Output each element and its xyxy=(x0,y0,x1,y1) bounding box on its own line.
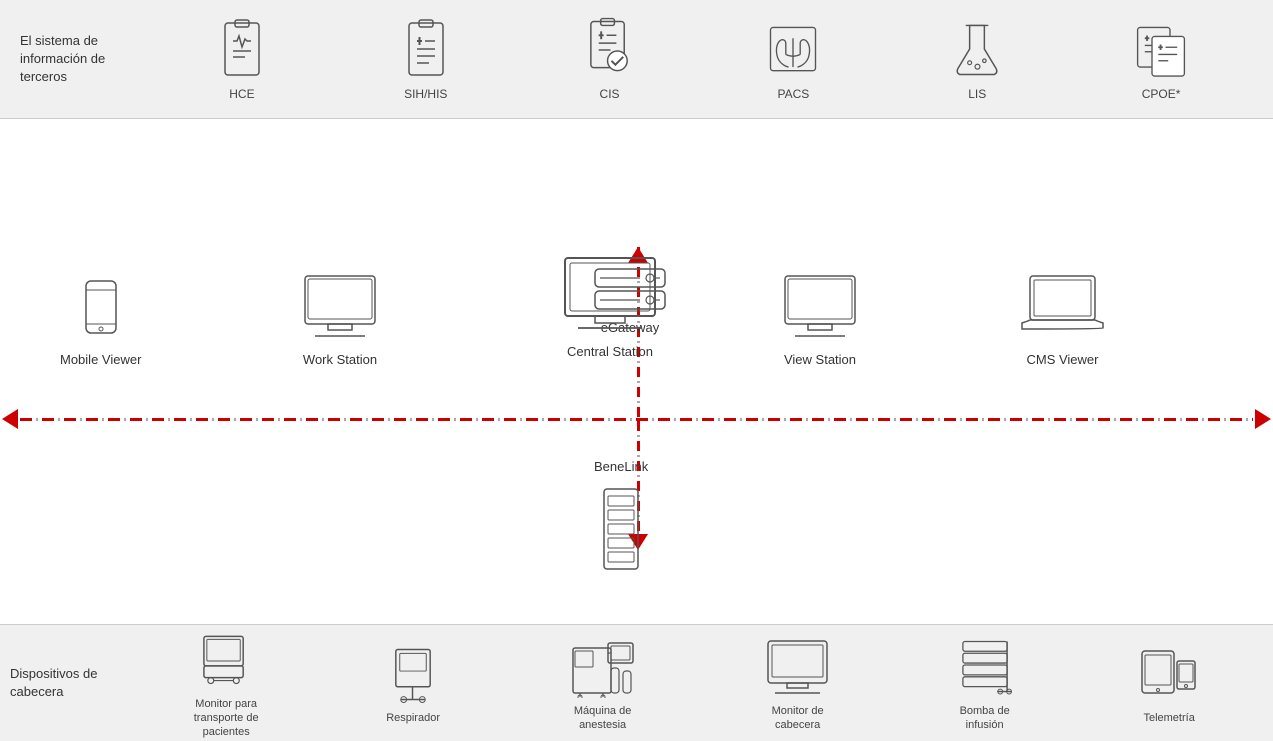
station-view-station: View Station xyxy=(780,273,860,367)
icon-telemetria: Telemetría xyxy=(1139,642,1199,724)
mobile-viewer-label: Mobile Viewer xyxy=(60,352,141,367)
station-cms-viewer: CMS Viewer xyxy=(1020,273,1105,367)
view-station-label: View Station xyxy=(784,352,856,367)
monitor-cabecera-label: Monitor decabecera xyxy=(772,704,824,733)
cms-viewer-label: CMS Viewer xyxy=(1026,352,1098,367)
bomba-label: Bomba deinfusión xyxy=(960,704,1010,733)
respirador-label: Respirador xyxy=(386,712,440,724)
bomba-icon xyxy=(958,634,1012,698)
top-section: El sistema de información de terceros HC… xyxy=(0,0,1273,119)
middle-section: eGateway Mobile Viewer Work Station Cent… xyxy=(0,119,1273,624)
anestesia-label: Máquina deanestesia xyxy=(574,704,632,733)
icon-anestesia: Máquina deanestesia xyxy=(568,633,638,733)
icon-hce: HCE xyxy=(215,17,269,101)
station-central-station: Central Station xyxy=(560,255,660,359)
third-party-label: El sistema de información de terceros xyxy=(20,32,150,87)
station-mobile-viewer: Mobile Viewer xyxy=(60,278,141,367)
cpoe-icon xyxy=(1134,17,1188,81)
telemetria-icon xyxy=(1139,642,1199,706)
top-icons: HCE SIH/HIS xyxy=(150,17,1253,101)
monitor-transport-icon xyxy=(199,627,253,691)
icon-respirador: Respirador xyxy=(386,642,440,724)
bottom-section: Dispositivos de cabecera Monitor paratra… xyxy=(0,624,1273,741)
work-station-label: Work Station xyxy=(303,352,377,367)
cis-label: CIS xyxy=(600,87,620,101)
lis-label: LIS xyxy=(968,87,986,101)
right-arrow xyxy=(1255,409,1271,429)
anestesia-icon xyxy=(568,633,638,698)
sih-label: SIH/HIS xyxy=(404,87,447,101)
lis-icon xyxy=(950,17,1004,81)
cis-icon xyxy=(583,17,637,81)
hce-label: HCE xyxy=(229,87,254,101)
monitor-transport-label: Monitor paratransporte depacientes xyxy=(194,697,259,740)
respirador-icon xyxy=(386,642,440,706)
devices-label: Dispositivos de cabecera xyxy=(10,665,130,701)
station-work-station: Work Station xyxy=(300,273,380,367)
left-arrow xyxy=(2,409,18,429)
benelink-item: BeneLink xyxy=(594,459,648,574)
icon-monitor-cabecera: Monitor decabecera xyxy=(765,634,830,733)
icon-cpoe: CPOE* xyxy=(1134,17,1188,101)
sih-icon xyxy=(399,17,453,81)
monitor-cabecera-icon xyxy=(765,634,830,698)
bottom-icons: Monitor paratransporte depacientes Respi… xyxy=(130,627,1263,740)
cpoe-label: CPOE* xyxy=(1142,87,1181,101)
telemetria-label: Telemetría xyxy=(1143,712,1194,724)
pacs-icon xyxy=(766,17,820,81)
hce-icon xyxy=(215,17,269,81)
icon-sih: SIH/HIS xyxy=(399,17,453,101)
icon-bomba: Bomba deinfusión xyxy=(958,634,1012,733)
icon-cis: CIS xyxy=(583,17,637,101)
icon-lis: LIS xyxy=(950,17,1004,101)
icon-pacs: PACS xyxy=(766,17,820,101)
pacs-label: PACS xyxy=(777,87,809,101)
icon-monitor-transport: Monitor paratransporte depacientes xyxy=(194,627,259,740)
central-station-label: Central Station xyxy=(567,344,653,359)
benelink-label: BeneLink xyxy=(594,459,648,474)
